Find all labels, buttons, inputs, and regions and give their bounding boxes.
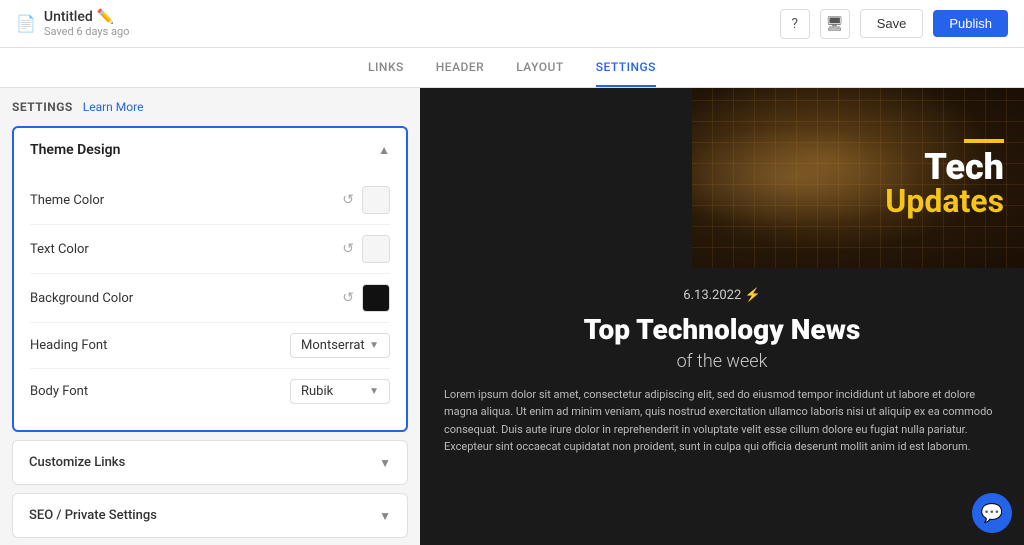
theme-color-reset-icon[interactable]: ↺ [342, 192, 354, 208]
customize-links-title: Customize Links [29, 455, 125, 470]
panel-header: SETTINGS Learn More [12, 100, 408, 114]
theme-design-header[interactable]: Theme Design ▲ [14, 128, 406, 172]
help-button[interactable]: ? [780, 9, 810, 39]
text-color-row: Text Color ↺ [30, 225, 390, 274]
heading-font-label: Heading Font [30, 338, 107, 353]
heading-font-row: Heading Font Montserrat ▼ [30, 323, 390, 369]
customize-links-chevron-icon: ▼ [379, 456, 391, 470]
document-title: Untitled [44, 9, 93, 25]
chat-icon: 💬 [981, 503, 1003, 524]
circuit-board-bg [692, 88, 1024, 268]
theme-design-card: Theme Design ▲ Theme Color ↺ Text Color … [12, 126, 408, 432]
background-color-row: Background Color ↺ [30, 274, 390, 323]
hero-dark-overlay [420, 88, 710, 268]
background-color-swatch[interactable] [362, 284, 390, 312]
save-button[interactable]: Save [860, 9, 924, 38]
article-body: Lorem ipsum dolor sit amet, consectetur … [444, 386, 1000, 456]
seo-settings-title: SEO / Private Settings [29, 508, 157, 523]
background-color-label: Background Color [30, 291, 133, 306]
preview-button[interactable]: 🖥 [820, 9, 850, 39]
document-icon: 📄 [16, 14, 36, 33]
body-font-chevron-icon: ▼ [369, 386, 379, 397]
heading-font-chevron-icon: ▼ [369, 340, 379, 351]
tabs-bar: LINKS HEADER LAYOUT SETTINGS [0, 48, 1024, 88]
panel-title: SETTINGS [12, 100, 73, 114]
main-layout: SETTINGS Learn More Theme Design ▲ Theme… [0, 88, 1024, 545]
article-date: 6.13.2022 ⚡ [444, 288, 1000, 303]
topbar: 📄 Untitled ✏️ Saved 6 days ago ? 🖥 Save … [0, 0, 1024, 48]
right-panel: Tech Updates 6.13.2022 ⚡ Top Technology … [420, 88, 1024, 545]
text-color-swatch[interactable] [362, 235, 390, 263]
body-font-value: Rubik [301, 384, 333, 399]
customize-links-section[interactable]: Customize Links ▼ [12, 440, 408, 485]
edit-title-icon[interactable]: ✏️ [97, 9, 114, 25]
topbar-left: 📄 Untitled ✏️ Saved 6 days ago [16, 9, 129, 38]
text-color-reset-icon[interactable]: ↺ [342, 241, 354, 257]
theme-color-controls: ↺ [342, 186, 390, 214]
text-color-controls: ↺ [342, 235, 390, 263]
article-date-text: 6.13.2022 [683, 288, 741, 303]
seo-settings-section[interactable]: SEO / Private Settings ▼ [12, 493, 408, 538]
theme-color-label: Theme Color [30, 193, 104, 208]
body-font-row: Body Font Rubik ▼ [30, 369, 390, 414]
preview-content: Tech Updates 6.13.2022 ⚡ Top Technology … [420, 88, 1024, 545]
left-panel: SETTINGS Learn More Theme Design ▲ Theme… [0, 88, 420, 545]
theme-color-swatch[interactable] [362, 186, 390, 214]
article-title: Top Technology News [444, 313, 1000, 347]
body-font-label: Body Font [30, 384, 88, 399]
lightning-icon: ⚡ [745, 288, 761, 303]
background-color-reset-icon[interactable]: ↺ [342, 290, 354, 306]
theme-design-chevron-icon: ▲ [378, 143, 390, 157]
seo-settings-chevron-icon: ▼ [379, 509, 391, 523]
topbar-right: ? 🖥 Save Publish [780, 9, 1008, 39]
theme-design-body: Theme Color ↺ Text Color ↺ Bac [14, 172, 406, 430]
chat-widget-button[interactable]: 💬 [972, 493, 1012, 533]
tab-links[interactable]: LINKS [368, 48, 404, 87]
tab-header[interactable]: HEADER [436, 48, 484, 87]
background-color-controls: ↺ [342, 284, 390, 312]
tab-settings[interactable]: SETTINGS [596, 48, 656, 87]
theme-design-title: Theme Design [30, 142, 120, 158]
theme-color-row: Theme Color ↺ [30, 176, 390, 225]
heading-font-select[interactable]: Montserrat ▼ [290, 333, 390, 358]
heading-font-value: Montserrat [301, 338, 365, 353]
learn-more-link[interactable]: Learn More [83, 100, 144, 114]
article-content: 6.13.2022 ⚡ Top Technology News of the w… [420, 268, 1024, 545]
publish-button[interactable]: Publish [933, 10, 1008, 37]
text-color-label: Text Color [30, 242, 89, 257]
tab-layout[interactable]: LAYOUT [516, 48, 563, 87]
body-font-select[interactable]: Rubik ▼ [290, 379, 390, 404]
saved-status: Saved 6 days ago [44, 25, 130, 38]
article-subtitle: of the week [444, 351, 1000, 372]
hero-image [692, 88, 1024, 268]
